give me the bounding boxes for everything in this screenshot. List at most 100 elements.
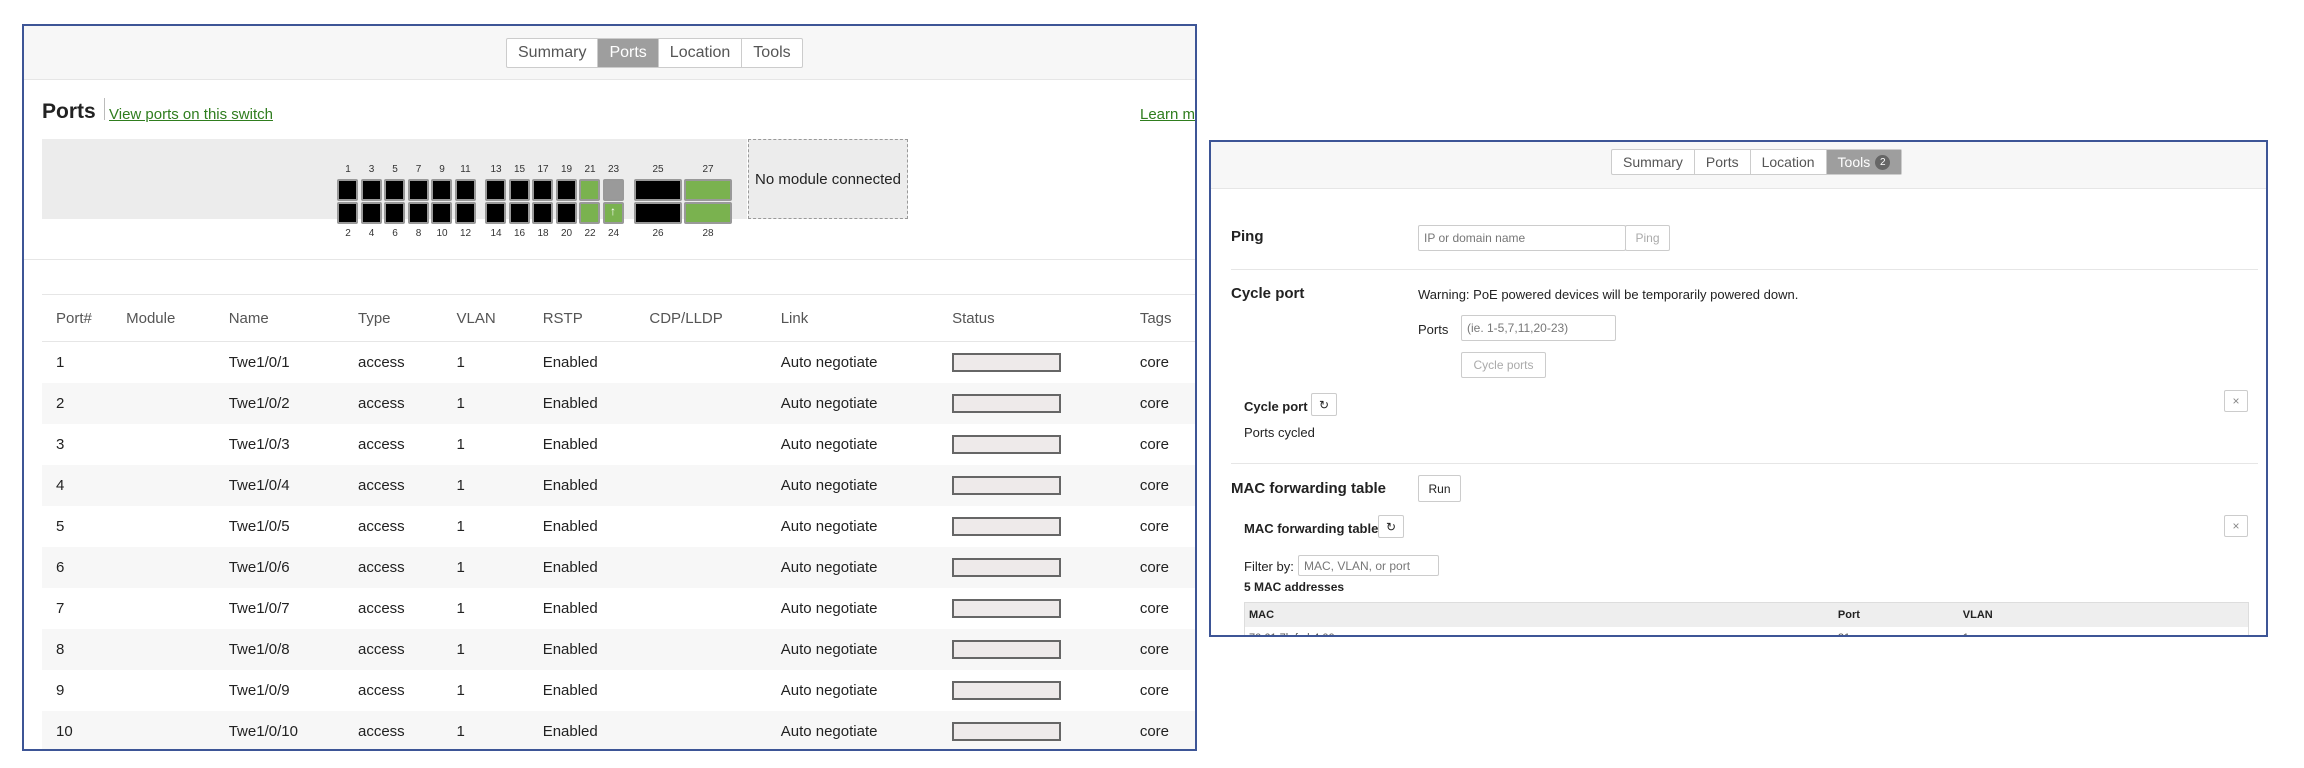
port-24[interactable]: ↑ bbox=[602, 202, 624, 224]
run-button[interactable]: Run bbox=[1418, 475, 1461, 502]
table-row[interactable]: 8 Twe1/0/8 access 1 Enabled Auto negotiate cor… bbox=[42, 628, 1195, 670]
table-row[interactable]: 2 Twe1/0/2 access 1 Enabled Auto negotiate cor… bbox=[42, 382, 1195, 424]
cell-type: access bbox=[358, 628, 457, 670]
close-icon[interactable]: × bbox=[2224, 515, 2248, 537]
cell-module bbox=[126, 382, 229, 424]
port-17[interactable] bbox=[532, 179, 553, 201]
tab-location[interactable]: Location bbox=[1751, 150, 1827, 174]
port-9[interactable] bbox=[431, 179, 452, 201]
port-5[interactable] bbox=[384, 179, 405, 201]
ping-input[interactable]: IP or domain name bbox=[1418, 225, 1626, 251]
cycle-ports-button[interactable]: Cycle ports bbox=[1461, 352, 1546, 378]
port-13[interactable] bbox=[485, 179, 506, 201]
table-row[interactable]: 3 Twe1/0/3 access 1 Enabled Auto negotiate cor… bbox=[42, 424, 1195, 465]
cell-name: Twe1/0/2 bbox=[228, 382, 358, 424]
table-row[interactable]: 1 Twe1/0/1 access 1 Enabled Auto negotiate cor… bbox=[42, 342, 1195, 383]
port-18[interactable] bbox=[532, 202, 553, 224]
port-22[interactable] bbox=[579, 202, 600, 224]
port-11[interactable] bbox=[454, 179, 476, 201]
ping-button[interactable]: Ping bbox=[1625, 225, 1670, 251]
port-6[interactable] bbox=[384, 202, 405, 224]
port-3[interactable] bbox=[360, 179, 382, 201]
column-header-mac[interactable]: MAC bbox=[1245, 603, 1834, 627]
port-4[interactable] bbox=[360, 202, 382, 224]
learn-more-link[interactable]: Learn more bbox=[1140, 106, 1195, 123]
table-row[interactable]: 4 Twe1/0/4 access 1 Enabled Auto negotiate cor… bbox=[42, 464, 1195, 506]
sfp-port-26[interactable] bbox=[634, 202, 682, 224]
refresh-icon[interactable]: ↻ bbox=[1378, 515, 1404, 538]
cell-port: 8 bbox=[42, 628, 127, 670]
cell-vlan: 1 bbox=[456, 464, 543, 506]
table-row[interactable]: 70:61:7b:fa:b4:00211 bbox=[1245, 627, 2249, 635]
column-header-link[interactable]: Link bbox=[780, 294, 953, 342]
cell-tags: core bbox=[1139, 628, 1195, 670]
table-row[interactable]: 7 Twe1/0/7 access 1 Enabled Auto negotiate cor… bbox=[42, 588, 1195, 629]
ports-panel: Summary Ports Location Tools Ports View por… bbox=[22, 24, 1197, 751]
tab-location[interactable]: Location bbox=[659, 39, 743, 67]
cell-tags: core bbox=[1139, 710, 1195, 749]
table-row[interactable]: 6 Twe1/0/6 access 1 Enabled Auto negotiate cor… bbox=[42, 546, 1195, 588]
column-header-module[interactable]: Module bbox=[126, 294, 229, 342]
cell-link: Auto negotiate bbox=[780, 599, 878, 617]
cell-module bbox=[126, 506, 229, 547]
refresh-icon[interactable]: ↻ bbox=[1311, 393, 1337, 416]
cell-link: Auto negotiate bbox=[780, 517, 878, 535]
view-ports-link[interactable]: View ports on this switch bbox=[109, 106, 273, 123]
tab-label: Ports bbox=[1705, 154, 1739, 170]
cell-cdplldp bbox=[649, 342, 780, 383]
port-7[interactable] bbox=[407, 179, 429, 201]
tab-label: Location bbox=[1761, 154, 1815, 170]
column-header-port[interactable]: Port bbox=[1834, 603, 1959, 627]
status-indicator bbox=[952, 557, 1062, 577]
port-12[interactable] bbox=[454, 202, 476, 224]
port-15[interactable] bbox=[508, 179, 530, 201]
close-icon[interactable]: × bbox=[2224, 390, 2248, 412]
cell-name: Twe1/0/6 bbox=[228, 546, 358, 588]
column-header-name[interactable]: Name bbox=[228, 294, 358, 342]
mac-result-title: MAC forwarding table bbox=[1244, 521, 1379, 536]
tab-tools[interactable]: Tools bbox=[742, 39, 801, 67]
cell-type: access bbox=[358, 382, 457, 424]
tab-summary[interactable]: Summary bbox=[1612, 150, 1695, 174]
port-1[interactable] bbox=[337, 179, 358, 201]
table-row[interactable]: 5 Twe1/0/5 access 1 Enabled Auto negotiate cor… bbox=[42, 506, 1195, 547]
port-number: 28 bbox=[702, 228, 714, 239]
cell-vlan: 1 bbox=[456, 628, 543, 670]
sfp-port-27[interactable] bbox=[684, 179, 732, 201]
column-header-port[interactable]: Port# bbox=[42, 294, 127, 342]
tab-ports[interactable]: Ports bbox=[1695, 150, 1751, 174]
table-row[interactable]: 9 Twe1/0/9 access 1 Enabled Auto negotiate cor… bbox=[42, 670, 1195, 711]
port-23[interactable] bbox=[602, 179, 624, 201]
port-number: 15 bbox=[513, 164, 526, 175]
column-header-status[interactable]: Status bbox=[952, 294, 1140, 342]
status-indicator bbox=[952, 680, 1062, 700]
port-number: 10 bbox=[436, 228, 448, 239]
column-header-vlan[interactable]: VLAN bbox=[456, 294, 543, 342]
port-20[interactable] bbox=[555, 202, 577, 224]
port-8[interactable] bbox=[407, 202, 429, 224]
column-header-type[interactable]: Type bbox=[358, 294, 457, 342]
sfp-port-25[interactable] bbox=[634, 179, 682, 201]
table-row[interactable]: 10 Twe1/0/10 access 1 Enabled Auto negotiate c… bbox=[42, 710, 1195, 749]
cell-name: Twe1/0/3 bbox=[228, 435, 290, 453]
column-header-rstp[interactable]: RSTP bbox=[542, 294, 650, 342]
tab-ports[interactable]: Ports bbox=[598, 39, 659, 67]
port-19[interactable] bbox=[555, 179, 577, 201]
tab-summary[interactable]: Summary bbox=[507, 39, 599, 67]
port-21[interactable] bbox=[579, 179, 600, 201]
ports-input[interactable]: (ie. 1-5,7,11,20-23) bbox=[1461, 315, 1616, 341]
port-14[interactable] bbox=[485, 202, 506, 224]
column-header-cdplldp[interactable]: CDP/LLDP bbox=[649, 294, 781, 342]
cell-cdplldp bbox=[649, 710, 781, 749]
port-2[interactable] bbox=[337, 202, 358, 224]
tab-tools[interactable]: Tools 2 bbox=[1826, 150, 1902, 174]
mac-filter-input[interactable]: MAC, VLAN, or port bbox=[1298, 555, 1439, 576]
ports-field-label: Ports bbox=[1418, 322, 1449, 337]
sfp-port-28[interactable] bbox=[684, 202, 732, 224]
port-16[interactable] bbox=[508, 202, 530, 224]
port-10[interactable] bbox=[431, 202, 452, 224]
ping-label: Ping bbox=[1231, 228, 1264, 245]
column-header-vlan[interactable]: VLAN bbox=[1959, 603, 2249, 627]
column-header-tags[interactable]: Tags bbox=[1139, 294, 1195, 342]
cell-name: Twe1/0/8 bbox=[228, 628, 358, 670]
